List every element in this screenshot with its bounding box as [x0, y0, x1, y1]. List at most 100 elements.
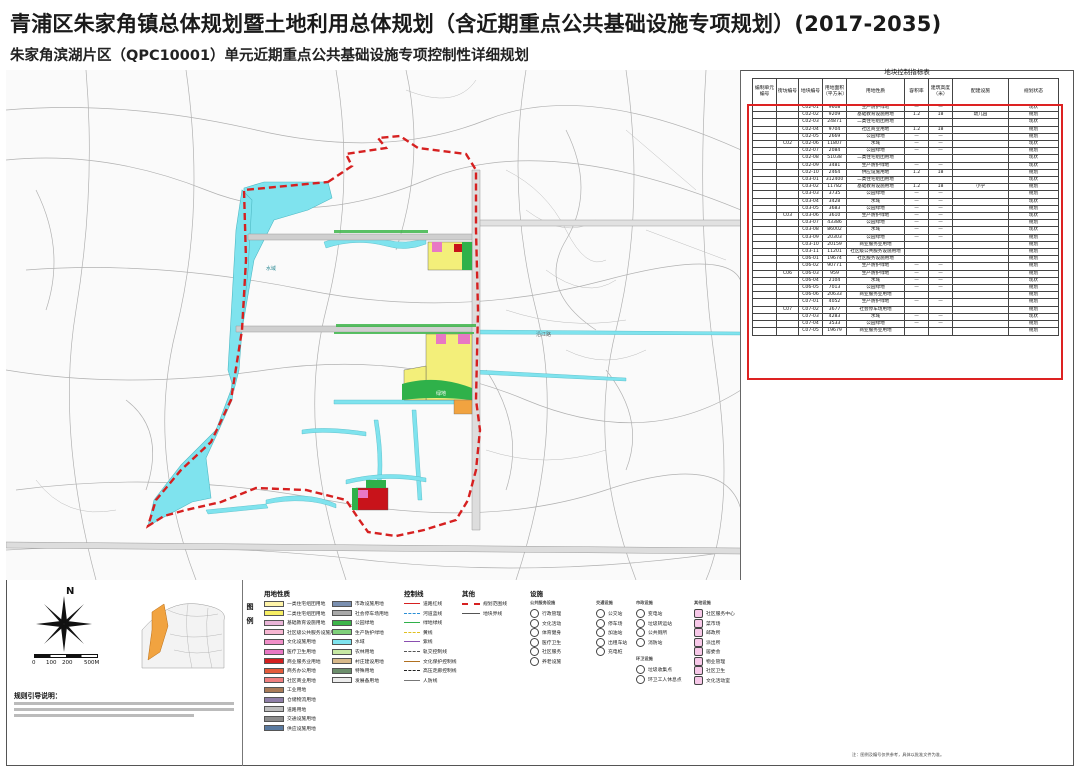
table-cell: C02-02 [798, 111, 823, 120]
table-cell: C07-01 [798, 298, 823, 307]
table-row: C07 C07-02 3677 社会停车场用地 规划 [752, 305, 1059, 314]
table-cell: 312400 [822, 176, 847, 185]
table-cell [752, 240, 777, 250]
table-row: C03-01 312400 二类住宅组团用地 现状 [752, 176, 1059, 185]
legend-facility-item: 公交站 [596, 609, 622, 618]
table-cell: 规划 [1008, 284, 1059, 293]
line-symbol-icon [404, 679, 420, 681]
legend-facility-label: 物业管理 [706, 659, 726, 665]
table-cell [952, 320, 1009, 329]
table-cell: 规划 [1008, 132, 1059, 142]
table-cell: 水域 [846, 226, 905, 235]
table-cell [752, 140, 777, 149]
facility-symbol-icon [636, 609, 645, 618]
table-cell [776, 125, 799, 134]
legend-facility-label: 加油站 [608, 631, 623, 636]
table-header-cell: 配建设施 [952, 78, 1009, 105]
table-cell: — [928, 219, 953, 228]
table-cell: — [904, 269, 929, 278]
table-cell: — [928, 197, 953, 206]
legend-facility-item: 医疗卫生 [530, 637, 561, 647]
legend-landuse-item: 村庄建设用地 [332, 658, 384, 665]
facility-symbol-icon [694, 666, 703, 675]
legend-landuse-item: 农林用地 [332, 648, 374, 655]
legend-facility-item: 消防站 [636, 637, 662, 647]
legend-control-label: 人防线 [423, 678, 438, 684]
table-cell: 生产防护绿地 [846, 161, 905, 170]
table-cell: 20633 [822, 291, 847, 300]
north-label: N [66, 586, 75, 597]
table-cell [776, 284, 799, 293]
table-cell [776, 320, 799, 329]
table-cell: — [928, 103, 953, 113]
color-swatch-icon [332, 629, 352, 636]
color-swatch-icon [332, 658, 352, 665]
facility-symbol-icon [596, 628, 605, 637]
legend-facility-group-heading: 交通设施 [596, 600, 613, 605]
table-cell [776, 147, 799, 156]
legend-landuse-item: 社会停车场用地 [332, 610, 389, 617]
table-cell: 现状 [1008, 212, 1059, 221]
table-row: C02-08 51038 二类住宅组团用地 现状 [752, 154, 1059, 163]
table-cell [776, 327, 799, 336]
line-symbol-icon [404, 660, 420, 662]
facility-symbol-icon [694, 675, 703, 685]
table-cell: — [904, 103, 929, 113]
color-swatch-icon [332, 648, 352, 655]
table-cell: 生产防护绿地 [846, 269, 905, 278]
legend-landuse-item: 社区级公共服务设施用地 [264, 629, 340, 636]
table-header-cell: 地块编号 [798, 78, 823, 105]
table-cell: C02 [776, 140, 799, 149]
table-cell: — [928, 161, 953, 170]
legend-facility-label: 派出所 [706, 640, 721, 646]
line-symbol-icon [404, 651, 420, 652]
table-cell: 幼儿园 [952, 111, 1009, 120]
table-header-row: 编制单元编号 街坊编号 地块编号 用地面积（平方米） 用地性质 容积率 建筑高度… [752, 78, 1059, 105]
table-cell: 公园绿地 [846, 190, 905, 199]
facility-symbol-icon [530, 647, 539, 656]
legend-landuse-label: 生产防护绿地 [355, 630, 384, 636]
table-cell: 43386 [822, 219, 847, 228]
table-cell [904, 327, 929, 336]
table-cell [904, 305, 929, 314]
table-row: C03-07 43386 公园绿地 — — 规划 [752, 219, 1059, 228]
table-cell [952, 284, 1009, 293]
table-row: C02-04 9704 社区商业用地 1.2 18 规划 [752, 125, 1059, 134]
table-title: 地块控制指标表 [884, 68, 930, 76]
table-cell [776, 176, 799, 185]
legend-facility-item: 社区服务 [530, 647, 561, 656]
table-cell: 生产防护绿地 [846, 262, 905, 271]
table-cell [776, 190, 799, 199]
map-label-road: 沿江路 [536, 331, 551, 338]
legend-landuse-item: 供应设施用地 [264, 725, 316, 732]
table-cell [928, 291, 953, 300]
table-cell [752, 176, 777, 185]
legend-landuse-item: 医疗卫生用地 [264, 648, 316, 655]
table-cell: — [904, 212, 929, 221]
color-swatch-icon [332, 638, 352, 645]
table-cell [904, 154, 929, 163]
scale-tick: 100 [46, 660, 57, 666]
table-cell: 规划 [1008, 248, 1059, 257]
legend-facility-label: 菜市场 [706, 621, 721, 627]
table-cell: 基础教育设施用地 [846, 111, 905, 120]
color-swatch-icon [264, 667, 284, 674]
legend-facility-group-heading: 公共服务设施 [530, 600, 556, 605]
legend-facility-label: 体育健身 [542, 631, 562, 636]
legend-landuse-label: 医疗卫生用地 [287, 650, 316, 655]
table-cell: 现状 [1008, 226, 1059, 235]
table-cell: C02-07 [798, 147, 823, 156]
map-label-water: 水域 [266, 265, 276, 272]
table-row: C02-02 9209 基础教育设施用地 1.2 18 幼儿园 规划 [752, 111, 1059, 120]
land-use-map[interactable]: 绿地 水域 沿江路 [6, 70, 741, 580]
table-cell: 2104 [822, 276, 847, 286]
table-cell: 现状 [1008, 197, 1059, 206]
table-cell: — [928, 147, 953, 156]
table-cell: C06-02 [798, 262, 823, 271]
table-cell [952, 147, 1009, 156]
page-subtitle: 朱家角滨湖片区（QPC10001）单元近期重点公共基础设施专项控制性详细规划 [10, 48, 530, 64]
table-cell [752, 103, 777, 113]
legend-landuse-item: 工业用地 [264, 686, 306, 693]
facility-symbol-icon [596, 618, 605, 628]
table-cell: C02-03 [798, 118, 823, 127]
